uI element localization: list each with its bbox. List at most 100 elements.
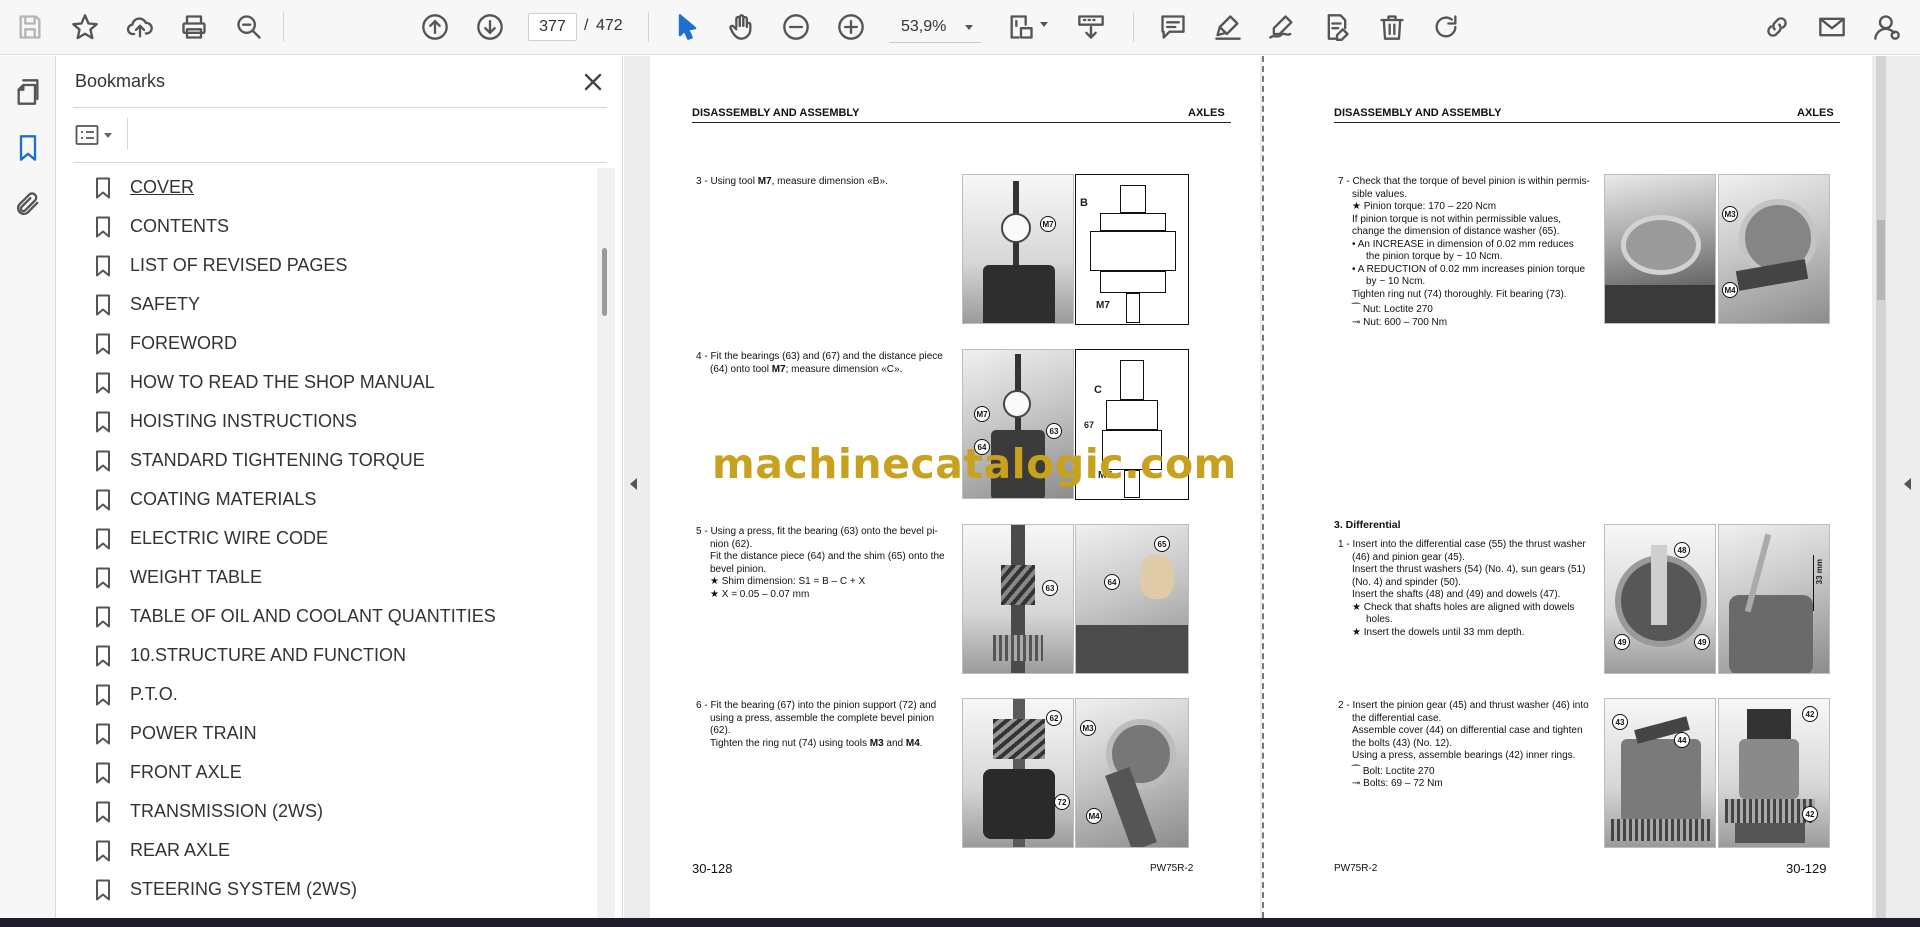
divider bbox=[127, 118, 128, 150]
callout-label: M3 bbox=[1722, 206, 1738, 222]
page-number-input[interactable] bbox=[528, 13, 577, 41]
photo-dial-gauge bbox=[962, 174, 1074, 324]
bookmark-label: FOREWORD bbox=[130, 333, 237, 353]
model-code: PW75R-2 bbox=[1150, 863, 1194, 874]
bookmark-icon[interactable] bbox=[8, 128, 48, 168]
bookmark-item[interactable]: SAFETY bbox=[57, 285, 597, 324]
delete-icon[interactable] bbox=[1374, 9, 1410, 45]
bookmark-item[interactable]: COATING MATERIALS bbox=[57, 480, 597, 519]
bookmark-item[interactable]: REAR AXLE bbox=[57, 831, 597, 870]
callout-label: M7 bbox=[974, 406, 990, 422]
callout-label: 49 bbox=[1694, 634, 1710, 650]
bookmark-label: REAR AXLE bbox=[130, 840, 231, 860]
bookmark-icon bbox=[96, 489, 110, 510]
star-icon[interactable] bbox=[67, 9, 103, 45]
sign-icon[interactable] bbox=[1264, 9, 1300, 45]
bookmark-label: TABLE OF OIL AND COOLANT QUANTITIES bbox=[130, 606, 496, 626]
bookmark-icon bbox=[96, 879, 110, 900]
rotate-icon[interactable] bbox=[1428, 9, 1464, 45]
header-rule bbox=[1334, 122, 1840, 123]
bookmark-label: STANDARD TIGHTENING TORQUE bbox=[130, 450, 425, 470]
bookmark-item[interactable]: P.T.O. bbox=[57, 675, 597, 714]
list-options-icon bbox=[75, 125, 99, 145]
document-page-right: DISASSEMBLY AND ASSEMBLY AXLES 7 - Check… bbox=[1262, 56, 1872, 918]
next-page-icon[interactable] bbox=[472, 9, 508, 45]
photo-dowel-depth: 33 mm bbox=[1718, 524, 1830, 674]
select-cursor-icon[interactable] bbox=[669, 9, 705, 45]
pages-thumbnail-icon[interactable] bbox=[8, 72, 48, 112]
zoom-search-icon[interactable] bbox=[231, 9, 267, 45]
upload-icon[interactable] bbox=[122, 9, 158, 45]
bookmark-item[interactable]: TABLE OF OIL AND COOLANT QUANTITIES bbox=[57, 597, 597, 636]
zoom-dropdown[interactable]: 53,9% bbox=[889, 13, 981, 43]
callout-label: 42 bbox=[1802, 706, 1818, 722]
account-icon[interactable] bbox=[1869, 9, 1905, 45]
bookmark-label: LIST OF REVISED PAGES bbox=[130, 255, 348, 275]
bookmark-item[interactable]: TRANSMISSION (2WS) bbox=[57, 792, 597, 831]
bookmark-icon bbox=[96, 567, 110, 588]
bookmark-item[interactable]: STANDARD TIGHTENING TORQUE bbox=[57, 441, 597, 480]
zoom-in-icon[interactable] bbox=[833, 9, 869, 45]
previous-page-icon[interactable] bbox=[417, 9, 453, 45]
callout-label: 62 bbox=[1046, 710, 1062, 726]
bookmark-label: WEIGHT TABLE bbox=[130, 567, 263, 587]
bookmark-item[interactable]: POWER TRAIN bbox=[57, 714, 597, 753]
scroll-mode-icon[interactable] bbox=[1073, 9, 1109, 45]
bookmark-icon bbox=[96, 255, 110, 276]
comment-icon[interactable] bbox=[1155, 9, 1191, 45]
viewer-scrollbar-thumb[interactable] bbox=[1877, 220, 1885, 300]
fit-page-icon[interactable] bbox=[1003, 9, 1039, 45]
photo-bevel-pinion-tools bbox=[1718, 174, 1830, 324]
bookmark-scrollbar[interactable] bbox=[597, 168, 615, 918]
hand-tool-icon[interactable] bbox=[723, 9, 759, 45]
section-heading: 3. Differential bbox=[1334, 519, 1401, 531]
bookmark-item[interactable]: HOW TO READ THE SHOP MANUAL bbox=[57, 363, 597, 402]
close-icon[interactable] bbox=[577, 66, 609, 98]
callout-label: M4 bbox=[1722, 282, 1738, 298]
scrollbar-thumb[interactable] bbox=[602, 248, 607, 316]
bookmark-item[interactable]: STEERING SYSTEM (2WS) bbox=[57, 870, 597, 909]
bookmark-item[interactable]: LIST OF REVISED PAGES bbox=[57, 246, 597, 285]
fill-sign-icon[interactable] bbox=[1319, 9, 1355, 45]
bookmark-item[interactable]: COVER bbox=[57, 168, 597, 207]
bookmark-item[interactable]: HOISTING INSTRUCTIONS bbox=[57, 402, 597, 441]
bookmark-item[interactable]: CONTENTS bbox=[57, 207, 597, 246]
callout-label: 72 bbox=[1054, 794, 1070, 810]
chevron-down-icon[interactable] bbox=[1040, 22, 1048, 27]
bookmark-icon bbox=[96, 294, 110, 315]
viewer-scrollbar[interactable] bbox=[1876, 56, 1886, 918]
page-number: 30-128 bbox=[692, 861, 733, 876]
callout-label: M4 bbox=[1086, 808, 1102, 824]
toolbar-separator bbox=[1133, 12, 1134, 42]
collapse-panel-icon[interactable] bbox=[630, 478, 637, 490]
callout-label: 65 bbox=[1154, 536, 1170, 552]
toolbar: / 472 53,9% bbox=[0, 0, 1920, 55]
bookmark-icon bbox=[96, 372, 110, 393]
bookmark-options-button[interactable] bbox=[75, 120, 121, 150]
page-number: 30-129 bbox=[1786, 861, 1827, 876]
highlight-icon[interactable] bbox=[1210, 9, 1246, 45]
share-link-icon[interactable] bbox=[1759, 9, 1795, 45]
attachment-icon[interactable] bbox=[8, 184, 48, 224]
panel-title: Bookmarks bbox=[75, 71, 166, 91]
bookmark-list: COVER CONTENTS LIST OF REVISED PAGES SAFETY… bbox=[57, 168, 597, 918]
bookmark-item[interactable]: WEIGHT TABLE bbox=[57, 558, 597, 597]
divider bbox=[73, 162, 607, 163]
bookmark-item[interactable]: 10.STRUCTURE AND FUNCTION bbox=[57, 636, 597, 675]
email-icon[interactable] bbox=[1814, 9, 1850, 45]
bookmark-item[interactable]: ELECTRIC WIRE CODE bbox=[57, 519, 597, 558]
page-header-left: DISASSEMBLY AND ASSEMBLY bbox=[1334, 107, 1502, 119]
taskbar-edge bbox=[0, 918, 1920, 927]
bookmark-label: P.T.O. bbox=[130, 684, 178, 704]
navigation-rail bbox=[0, 56, 56, 918]
watermark-text: machinecatalogic.com bbox=[712, 440, 1237, 488]
save-icon[interactable] bbox=[12, 9, 48, 45]
bookmark-item[interactable]: FRONT AXLE bbox=[57, 753, 597, 792]
bookmark-item[interactable]: FOREWORD bbox=[57, 324, 597, 363]
bookmark-label: ELECTRIC WIRE CODE bbox=[130, 528, 329, 548]
zoom-out-icon[interactable] bbox=[778, 9, 814, 45]
print-icon[interactable] bbox=[176, 9, 212, 45]
toolbar-separator bbox=[283, 12, 284, 42]
expand-tools-pane-icon[interactable] bbox=[1904, 478, 1911, 490]
instruction-step: 3 - Using tool M7, measure dimension «B»… bbox=[696, 176, 888, 187]
